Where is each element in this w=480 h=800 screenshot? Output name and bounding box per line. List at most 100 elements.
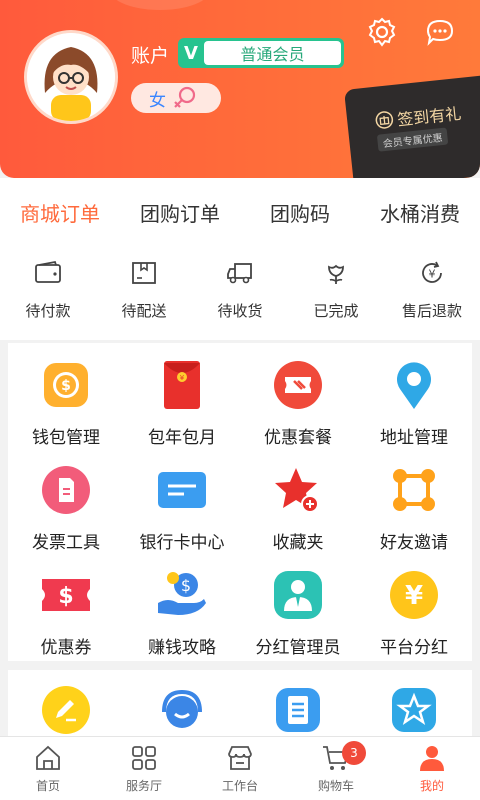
- services-grid-more: [8, 670, 472, 740]
- svg-text:¥: ¥: [405, 581, 423, 611]
- status-label: 待付款: [25, 302, 71, 320]
- nav-label: 服务厅: [125, 779, 162, 793]
- profile-header: 账户 V 普通会员 女 签到有礼 会员专属优惠: [0, 0, 480, 178]
- star-badge-icon: [392, 688, 436, 732]
- money-hand-icon: $: [158, 572, 206, 615]
- service-favorites[interactable]: 收藏夹: [240, 448, 356, 553]
- flower-icon: [328, 264, 344, 284]
- manager-icon: [274, 571, 322, 619]
- orders-section: 商城订单 团购订单 团购码 水桶消费 待付款 待配送 待收货 已完成 ¥ 售后退…: [0, 178, 480, 340]
- package-icon: [132, 262, 156, 284]
- grid-row: $ 优惠券 $ 赚钱攻略 分红管理员 ¥ 平台分红: [8, 553, 472, 658]
- service-label: 钱包管理: [32, 428, 100, 448]
- service-label: 银行卡中心: [139, 533, 225, 553]
- message-bubble-icon[interactable]: [424, 16, 456, 48]
- nav-cart[interactable]: 购物车 3: [288, 737, 384, 800]
- service-dividend-manager[interactable]: 分红管理员: [240, 553, 356, 658]
- service-label: 发票工具: [32, 533, 100, 553]
- coin-wallet-icon: $: [44, 363, 88, 407]
- invoice-icon: [42, 466, 90, 514]
- service-address[interactable]: 地址管理: [356, 343, 472, 448]
- order-status-row: 待付款 待配送 待收货 已完成 ¥ 售后退款: [0, 258, 480, 321]
- girl-avatar-icon: [27, 33, 115, 121]
- avatar[interactable]: [24, 30, 118, 124]
- nav-service-hall[interactable]: 服务厅: [96, 737, 192, 800]
- order-tabs: 商城订单 团购订单 团购码 水桶消费: [0, 198, 480, 234]
- svg-text:$: $: [58, 584, 73, 609]
- service-invite-friends[interactable]: 好友邀请: [356, 448, 472, 553]
- tab-mall-orders[interactable]: 商城订单: [0, 198, 120, 234]
- refund-icon: ¥: [422, 261, 442, 283]
- service-label: 优惠套餐: [264, 428, 332, 448]
- service-edit[interactable]: [8, 670, 124, 740]
- tab-group-orders[interactable]: 团购订单: [120, 198, 240, 234]
- coupon-icon: $: [42, 579, 90, 611]
- svg-text:$: $: [181, 576, 191, 595]
- nav-workbench[interactable]: 工作台: [192, 737, 288, 800]
- service-bank-card[interactable]: 银行卡中心: [124, 448, 240, 553]
- service-annual-monthly[interactable]: ¥ 包年包月: [124, 343, 240, 448]
- signin-title: 签到有礼: [396, 103, 463, 130]
- gender-text: 女: [149, 90, 166, 111]
- gender-pill[interactable]: 女: [131, 83, 221, 113]
- tab-water-bucket[interactable]: 水桶消费: [360, 198, 480, 234]
- signin-reward-card[interactable]: 签到有礼 会员专属优惠: [344, 74, 480, 178]
- service-star-member[interactable]: [356, 670, 472, 740]
- status-pending-payment[interactable]: 待付款: [0, 258, 96, 321]
- account-label: 账户: [131, 45, 170, 67]
- document-icon: [276, 688, 320, 732]
- grid-icon: [132, 746, 156, 770]
- service-label: 地址管理: [380, 428, 448, 448]
- service-coupons[interactable]: $ 优惠券: [8, 553, 124, 658]
- female-symbol-icon: [174, 86, 196, 108]
- decorative-blob: [110, 0, 210, 10]
- bank-card-icon: [158, 472, 206, 508]
- services-grid: $ 钱包管理 ¥ 包年包月 优惠套餐 地址管理 发票工具 银行卡中心 收藏夹 好…: [8, 343, 472, 661]
- nav-label: 购物车: [317, 779, 354, 793]
- service-label: 收藏夹: [272, 533, 324, 553]
- service-label: 平台分红: [380, 638, 448, 658]
- vip-letter: V: [184, 42, 198, 64]
- status-label: 待收货: [217, 302, 263, 320]
- tab-group-codes[interactable]: 团购码: [240, 198, 360, 234]
- profile-page: 账户 V 普通会员 女 签到有礼 会员专属优惠 商城订单 团购订单 团购码 水桶…: [0, 0, 480, 800]
- red-envelope-icon: ¥: [164, 361, 200, 409]
- ticket-icon: [274, 361, 322, 409]
- status-pending-delivery[interactable]: 待配送: [96, 258, 192, 321]
- nav-label: 我的: [419, 779, 444, 793]
- service-wallet[interactable]: $ 钱包管理: [8, 343, 124, 448]
- service-label: 优惠券: [40, 638, 92, 658]
- service-documents[interactable]: [240, 670, 356, 740]
- status-completed[interactable]: 已完成: [288, 258, 384, 321]
- status-after-sale-refund[interactable]: ¥ 售后退款: [384, 258, 480, 321]
- service-label: 赚钱攻略: [148, 638, 216, 658]
- status-label: 已完成: [313, 302, 359, 320]
- svg-text:¥: ¥: [429, 268, 436, 281]
- member-level-text: 普通会员: [204, 41, 341, 65]
- settings-gear-icon[interactable]: [366, 16, 398, 48]
- profile-icon: [420, 746, 444, 771]
- grid-row: 发票工具 银行卡中心 收藏夹 好友邀请: [8, 448, 472, 553]
- cart-count-badge: 3: [342, 741, 366, 765]
- service-invoice[interactable]: 发票工具: [8, 448, 124, 553]
- nav-label: 工作台: [221, 779, 258, 793]
- truck-icon: [227, 263, 252, 284]
- status-label: 售后退款: [401, 302, 462, 320]
- status-pending-receipt[interactable]: 待收货: [192, 258, 288, 321]
- service-earning-guide[interactable]: $ 赚钱攻略: [124, 553, 240, 658]
- network-icon: [393, 469, 435, 511]
- store-icon: [228, 746, 252, 770]
- service-customer-support[interactable]: [124, 670, 240, 740]
- nav-mine[interactable]: 我的: [384, 737, 480, 800]
- svg-text:¥: ¥: [180, 374, 185, 382]
- service-discount-package[interactable]: 优惠套餐: [240, 343, 356, 448]
- location-pin-icon: [397, 362, 431, 409]
- wallet-icon: [35, 260, 61, 283]
- nav-home[interactable]: 首页: [0, 737, 96, 800]
- nav-label: 首页: [35, 779, 60, 793]
- service-label: 好友邀请: [380, 533, 448, 553]
- service-platform-dividend[interactable]: ¥ 平台分红: [356, 553, 472, 658]
- service-label: 分红管理员: [255, 638, 341, 658]
- member-level-badge[interactable]: V 普通会员: [178, 38, 344, 68]
- bottom-nav: 首页 服务厅 工作台 购物车 3 我的: [0, 736, 480, 800]
